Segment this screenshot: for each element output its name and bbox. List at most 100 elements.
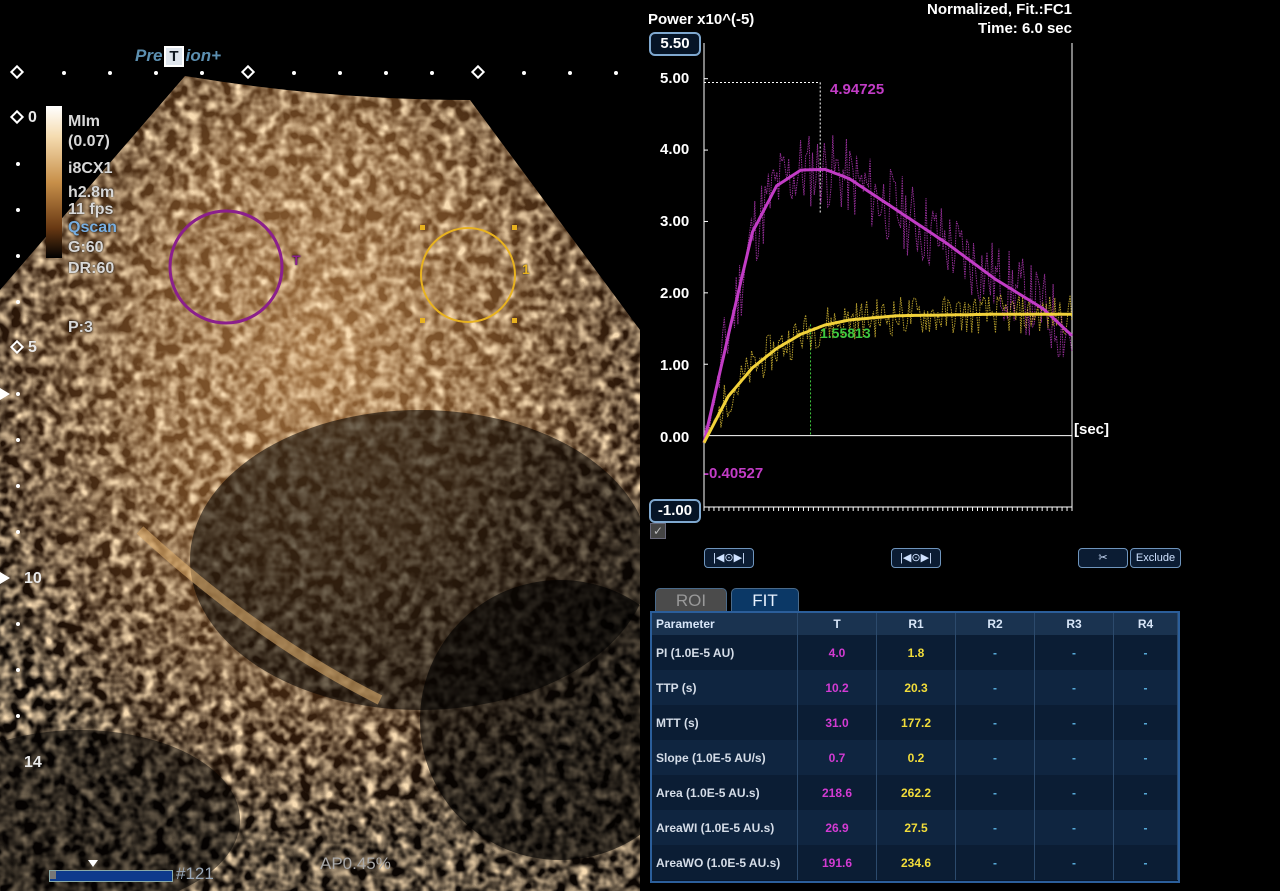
cell-param: AreaWI (1.0E-5 AU.s) — [652, 810, 798, 845]
raw-curve-t — [703, 135, 1073, 440]
cell-t: 10.2 — [797, 670, 877, 705]
cell-param: PI (1.0E-5 AU) — [652, 635, 798, 670]
roi-r1-label: 1 — [522, 261, 530, 277]
scissors-icon: ✂ — [1098, 552, 1108, 564]
ytick-3: 3.00 — [660, 213, 690, 230]
depth-10: 10 — [24, 570, 42, 587]
setting-fps: 11 fps — [68, 201, 114, 218]
cell-r4: - — [1113, 740, 1178, 775]
frame-slider[interactable] — [49, 870, 173, 882]
cell-r2: - — [955, 775, 1035, 810]
cell-r4: - — [1113, 845, 1178, 880]
depth-14: 14 — [24, 754, 42, 771]
col-r2: R2 — [955, 613, 1035, 635]
ytick-1: 1.00 — [660, 357, 690, 374]
table-row: MTT (s) 31.0 177.2- - - — [652, 705, 1178, 740]
table-row: PI (1.0E-5 AU) 4.0 1.8- - - — [652, 635, 1178, 670]
table-row: Slope (1.0E-5 AU/s) 0.7 0.2- - - — [652, 740, 1178, 775]
setting-probe: i8CX1 — [68, 160, 113, 177]
setting-p: P:3 — [68, 319, 93, 336]
cell-r2: - — [955, 705, 1035, 740]
cell-t: 218.6 — [797, 775, 877, 810]
fit-curve-r1 — [702, 312, 1072, 444]
col-r4: R4 — [1113, 613, 1178, 635]
analysis-panel: Power x10^(-5) Normalized, Fit.:FC1 Time… — [640, 0, 1280, 891]
cell-param: Slope (1.0E-5 AU/s) — [652, 740, 798, 775]
frame-slider-pointer[interactable] — [88, 860, 98, 867]
y-max-field[interactable]: 5.50 — [649, 32, 701, 56]
cell-param: MTT (s) — [652, 705, 798, 740]
setting-gain: G:60 — [68, 239, 104, 256]
cell-r3: - — [1034, 740, 1114, 775]
cell-r1: 262.2 — [876, 775, 956, 810]
setting-mode: MIm — [68, 113, 100, 130]
cell-r3: - — [1034, 635, 1114, 670]
ytick-0: 0.00 — [660, 429, 690, 446]
mid-annotation: 1.55813 — [820, 325, 871, 341]
cell-param: Area (1.0E-5 AU.s) — [652, 775, 798, 810]
frame-slider-handle[interactable] — [50, 871, 56, 879]
depth-5: 5 — [28, 339, 37, 356]
x-axis-unit: [sec] — [1074, 421, 1110, 438]
tab-roi[interactable]: ROI — [655, 588, 727, 613]
ytick-4: 4.00 — [660, 141, 690, 158]
show-checkbox[interactable]: ✓ — [650, 523, 666, 539]
cell-t: 4.0 — [797, 635, 877, 670]
cell-r4: - — [1113, 705, 1178, 740]
peak-annotation: 4.94725 — [830, 81, 885, 98]
cell-t: 0.7 — [797, 740, 877, 775]
tic-chart[interactable] — [640, 0, 1280, 540]
loop-button[interactable]: |◀⊙▶| — [891, 548, 941, 568]
cell-r2: - — [955, 670, 1035, 705]
min-annotation: -0.40527 — [704, 465, 764, 482]
tab-fit[interactable]: FIT — [731, 588, 799, 613]
y-min-field[interactable]: -1.00 — [649, 499, 701, 523]
col-parameter: Parameter — [652, 613, 798, 635]
ytick-2: 2.00 — [660, 285, 690, 302]
cut-button[interactable]: ✂ — [1078, 548, 1128, 568]
cell-r3: - — [1034, 775, 1114, 810]
cell-r2: - — [955, 635, 1035, 670]
brand-logo: Pre Tion+ — [135, 46, 222, 67]
depth-0: 0 — [28, 109, 37, 126]
cell-r1: 177.2 — [876, 705, 956, 740]
cell-r4: - — [1113, 635, 1178, 670]
roi-t-label: T — [292, 252, 301, 268]
fit-curve-t — [702, 167, 1074, 444]
cell-r1: 234.6 — [876, 845, 956, 880]
cell-param: TTP (s) — [652, 670, 798, 705]
cell-r2: - — [955, 740, 1035, 775]
cell-r2: - — [955, 810, 1035, 845]
setting-depth: h2.8m — [68, 184, 115, 201]
cell-r1: 0.2 — [876, 740, 956, 775]
cell-r3: - — [1034, 810, 1114, 845]
cell-t: 26.9 — [797, 810, 877, 845]
cell-r4: - — [1113, 810, 1178, 845]
acoustic-power: AP0.45% — [320, 854, 391, 873]
cell-t: 191.6 — [797, 845, 877, 880]
table-row: AreaWO (1.0E-5 AU.s) 191.6 234.6- - - — [652, 845, 1178, 880]
cell-r3: - — [1034, 845, 1114, 880]
col-r3: R3 — [1034, 613, 1114, 635]
cell-t: 31.0 — [797, 705, 877, 740]
cell-r3: - — [1034, 670, 1114, 705]
exclude-button[interactable]: Exclude — [1130, 548, 1181, 568]
table-row: TTP (s) 10.2 20.3- - - — [652, 670, 1178, 705]
ultrasound-view[interactable]: Pre Tion+ MIm (0.07) i8CX1 h2.8m 11 fps Q… — [0, 0, 640, 891]
col-t: T — [797, 613, 877, 635]
ytick-5: 5.00 — [660, 70, 690, 87]
cell-r4: - — [1113, 670, 1178, 705]
cell-param: AreaWO (1.0E-5 AU.s) — [652, 845, 798, 880]
table-row: Area (1.0E-5 AU.s) 218.6 262.2- - - — [652, 775, 1178, 810]
frame-number: #121 — [176, 864, 214, 883]
cell-r1: 20.3 — [876, 670, 956, 705]
table-row: AreaWI (1.0E-5 AU.s) 26.9 27.5- - - — [652, 810, 1178, 845]
cell-r2: - — [955, 845, 1035, 880]
play-range-button[interactable]: |◀⊙▶| — [704, 548, 754, 568]
cell-r3: - — [1034, 705, 1114, 740]
setting-qscan: Qscan — [68, 219, 117, 236]
gray-scale-bar — [46, 106, 62, 258]
parameter-table: Parameter T R1 R2 R3 R4 PI (1.0E-5 AU) 4.… — [650, 611, 1180, 883]
col-r1: R1 — [876, 613, 956, 635]
setting-dr: DR:60 — [68, 260, 115, 277]
